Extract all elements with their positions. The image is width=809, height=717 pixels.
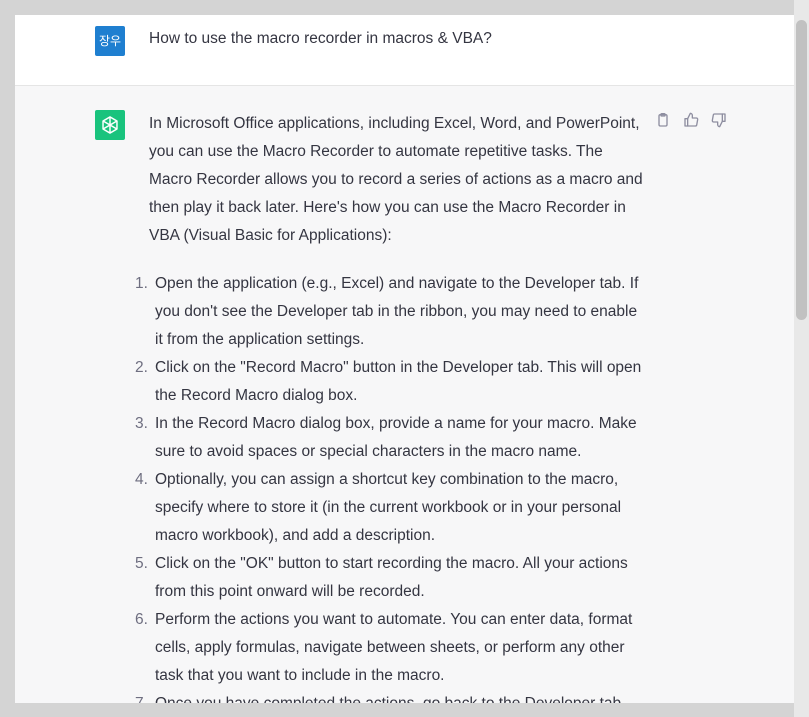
user-avatar: 장우: [95, 26, 125, 56]
list-item: 4. Optionally, you can assign a shortcut …: [135, 466, 647, 550]
chat-window: 장우 How to use the macro recorder in macr…: [15, 15, 794, 703]
list-item-text: Once you have completed the actions, go …: [155, 695, 621, 703]
assistant-message: In Microsoft Office applications, includ…: [135, 110, 647, 703]
thumbs-up-icon: [683, 112, 699, 133]
list-item: 1. Open the application (e.g., Excel) and…: [135, 270, 647, 354]
steps-list: 1. Open the application (e.g., Excel) and…: [135, 270, 647, 703]
list-item-text: In the Record Macro dialog box, provide …: [155, 415, 637, 460]
list-item-text: Optionally, you can assign a shortcut ke…: [155, 471, 622, 544]
list-item: 2. Click on the "Record Macro" button in …: [135, 354, 647, 410]
assistant-message-row: In Microsoft Office applications, includ…: [15, 86, 794, 703]
openai-logo-icon: [95, 110, 125, 140]
user-message-text: How to use the macro recorder in macros …: [149, 30, 492, 47]
assistant-intro-text: In Microsoft Office applications, includ…: [149, 115, 643, 244]
thumbs-down-icon: [711, 112, 727, 133]
thumbs-up-button[interactable]: [681, 112, 701, 132]
list-item-number: 6.: [135, 611, 148, 628]
list-item-text: Click on the "OK" button to start record…: [155, 555, 628, 600]
list-item: 3. In the Record Macro dialog box, provid…: [135, 410, 647, 466]
user-message-row: 장우 How to use the macro recorder in macr…: [15, 15, 794, 86]
message-actions: [653, 112, 729, 132]
list-item: 7. Once you have completed the actions, g…: [135, 690, 647, 703]
list-item: 6. Perform the actions you want to automa…: [135, 606, 647, 690]
list-item: 5. Click on the "OK" button to start reco…: [135, 550, 647, 606]
list-item-number: 4.: [135, 471, 148, 488]
list-item-number: 2.: [135, 359, 148, 376]
clipboard-icon: [655, 112, 671, 133]
list-item-number: 5.: [135, 555, 148, 572]
scrollbar-thumb[interactable]: [796, 20, 807, 320]
scrollbar[interactable]: [794, 0, 809, 717]
list-item-number: 7.: [135, 690, 148, 703]
list-item-number: 3.: [135, 415, 148, 432]
list-item-text: Open the application (e.g., Excel) and n…: [155, 275, 639, 348]
list-item-text: Perform the actions you want to automate…: [155, 611, 633, 684]
list-item-number: 1.: [135, 275, 148, 292]
list-item-text: Click on the "Record Macro" button in th…: [155, 359, 642, 404]
thumbs-down-button[interactable]: [709, 112, 729, 132]
copy-button[interactable]: [653, 112, 673, 132]
